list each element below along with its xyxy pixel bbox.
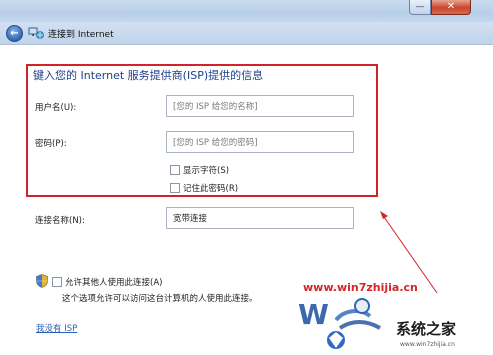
watermark-logo: W [298,298,381,349]
svg-text:W: W [298,298,329,331]
watermark-brand: 系统之家 [396,320,457,338]
annotation-arrow [380,211,438,294]
watermark-small-url: www.win7zhijia.cn [400,341,455,348]
